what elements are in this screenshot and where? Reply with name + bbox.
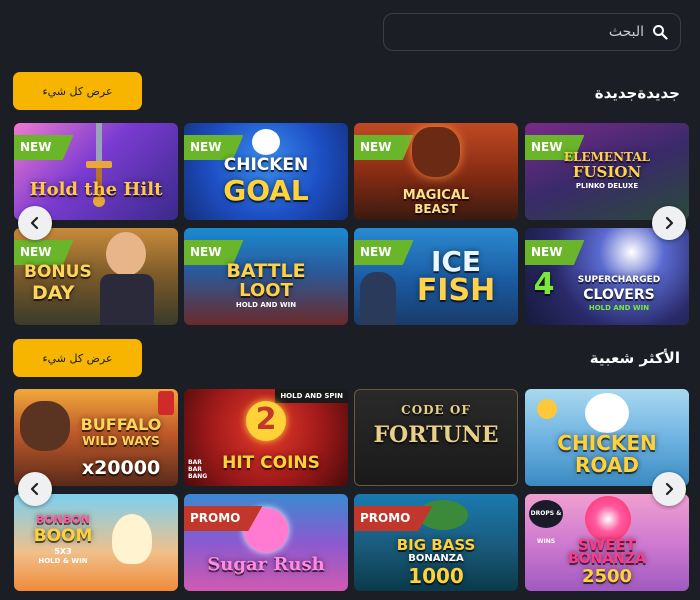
game-title-line1: SUPERCHARGED — [577, 275, 661, 285]
search-bar[interactable] — [383, 13, 681, 51]
game-tile-sweet-bonanza-2500[interactable]: DROPS & WINS SWEET BONANZA 2500 — [525, 494, 689, 591]
game-title-line1: BIG BASS — [396, 536, 476, 554]
search-input[interactable] — [404, 24, 644, 40]
game-tile-code-of-fortune[interactable]: CODE OF FORTUNE — [354, 389, 518, 486]
game-title-line1: BONUS — [24, 262, 92, 282]
section-title-new: جديدةجديدة — [594, 84, 680, 102]
game-title-line2: DAY — [32, 282, 75, 304]
game-multiplier: x20000 — [81, 457, 161, 479]
new-badge: NEW — [354, 135, 414, 160]
game-subtitle: HOLD & WIN — [38, 557, 88, 565]
game-title-line1: BUFFALO — [80, 415, 162, 434]
games-grid-new: NEW Hold the Hilt NEW CHICKEN GOAL NEW M… — [14, 123, 689, 325]
game-title: Hold the Hilt — [29, 179, 163, 200]
game-title-line2: FORTUNE — [373, 422, 499, 448]
game-tile-bonus-day[interactable]: NEW BONUS DAY — [14, 228, 178, 325]
game-tile-bonbon-boom[interactable]: BONBON BOOM 5X3 HOLD & WIN — [14, 494, 178, 591]
game-title-number: 2 — [255, 402, 277, 437]
game-title-line1: ICE — [430, 245, 482, 278]
game-title-number: 1000 — [408, 564, 464, 588]
game-title-line2: BONANZA — [568, 551, 646, 567]
game-tile-chicken-goal[interactable]: NEW CHICKEN GOAL — [184, 123, 348, 220]
game-tile-hit-coins[interactable]: HOLD AND SPIN 2 HIT COINS BAR BAR BANG — [184, 389, 348, 486]
chicken-illustration — [252, 129, 280, 155]
game-title-line1: CODE OF — [401, 403, 471, 417]
new-badge: NEW — [525, 240, 585, 265]
game-tag: HOLD AND SPIN — [275, 389, 348, 403]
provider-logo — [158, 391, 174, 415]
sword-illustration — [86, 123, 112, 207]
game-title: Sugar Rush — [207, 554, 325, 575]
game-title-line1: MAGICAL — [402, 188, 470, 203]
game-title-line2: BONANZA — [408, 553, 464, 564]
game-title-line2: FUSION — [572, 163, 642, 181]
game-title-line2: FISH — [416, 273, 496, 308]
view-all-button-popular[interactable]: عرض كل شيء — [13, 339, 142, 377]
game-title: HIT COINS — [222, 453, 320, 473]
chevron-right-icon — [665, 216, 674, 230]
carousel-next-button-popular[interactable] — [652, 472, 686, 506]
game-title-line2: WILD WAYS — [82, 434, 160, 448]
game-subtitle: HOLD AND WIN — [588, 304, 650, 312]
carousel-next-button-new[interactable] — [652, 206, 686, 240]
carousel-prev-button-new[interactable] — [18, 206, 52, 240]
game-title-line1: BONBON — [36, 513, 90, 526]
chevron-left-icon — [30, 216, 39, 230]
coin-illustration — [537, 399, 557, 419]
candy-illustration — [112, 514, 152, 564]
game-tile-big-bass-bonanza-1000[interactable]: PROMO BIG BASS BONANZA 1000 — [354, 494, 518, 591]
game-format: 5X3 — [54, 547, 72, 556]
game-tile-supercharged-clovers[interactable]: NEW 4 SUPERCHARGED CLOVERS HOLD AND WIN — [525, 228, 689, 325]
buffalo-illustration — [20, 401, 70, 451]
game-title-line1: ELEMENTAL — [563, 150, 651, 164]
provider-name: BAR BAR BANG — [188, 459, 208, 481]
fisherman-illustration — [360, 272, 396, 325]
game-title-line1: BATTLE — [226, 260, 306, 282]
game-tile-sugar-rush[interactable]: PROMO Sugar Rush — [184, 494, 348, 591]
search-icon[interactable] — [652, 24, 668, 40]
game-title-line2: CLOVERS — [583, 287, 655, 303]
game-title-number: 2500 — [581, 566, 633, 587]
bull-illustration — [412, 127, 460, 177]
view-all-button-new[interactable]: عرض كل شيء — [13, 72, 142, 110]
games-grid-popular: BUFFALO WILD WAYS x20000 HOLD AND SPIN 2… — [14, 389, 689, 591]
game-tile-magical-beast[interactable]: NEW MAGICAL BEAST — [354, 123, 518, 220]
chevron-right-icon — [665, 482, 674, 496]
chicken-illustration — [585, 393, 629, 433]
game-title-line2: BEAST — [414, 202, 458, 216]
chevron-left-icon — [30, 482, 39, 496]
game-subtitle: HOLD AND WIN — [235, 301, 297, 309]
drops-and-wins-logo: DROPS & WINS — [529, 500, 563, 545]
new-badge: NEW — [14, 135, 74, 160]
section-title-popular: الأكثر شعبية — [589, 349, 680, 367]
game-title-line2: BOOM — [33, 526, 93, 546]
game-title-line2: GOAL — [223, 174, 309, 207]
game-subtitle: PLINKO DELUXE — [575, 182, 639, 190]
promo-badge: PROMO — [354, 506, 433, 531]
game-title-line2: LOOT — [239, 280, 293, 301]
carousel-prev-button-popular[interactable] — [18, 472, 52, 506]
game-tile-battle-loot[interactable]: NEW BATTLE LOOT HOLD AND WIN — [184, 228, 348, 325]
game-title-line1: CHICKEN — [557, 431, 657, 455]
game-title-line1: CHICKEN — [223, 155, 309, 175]
game-tile-ice-fish[interactable]: NEW ICE FISH — [354, 228, 518, 325]
